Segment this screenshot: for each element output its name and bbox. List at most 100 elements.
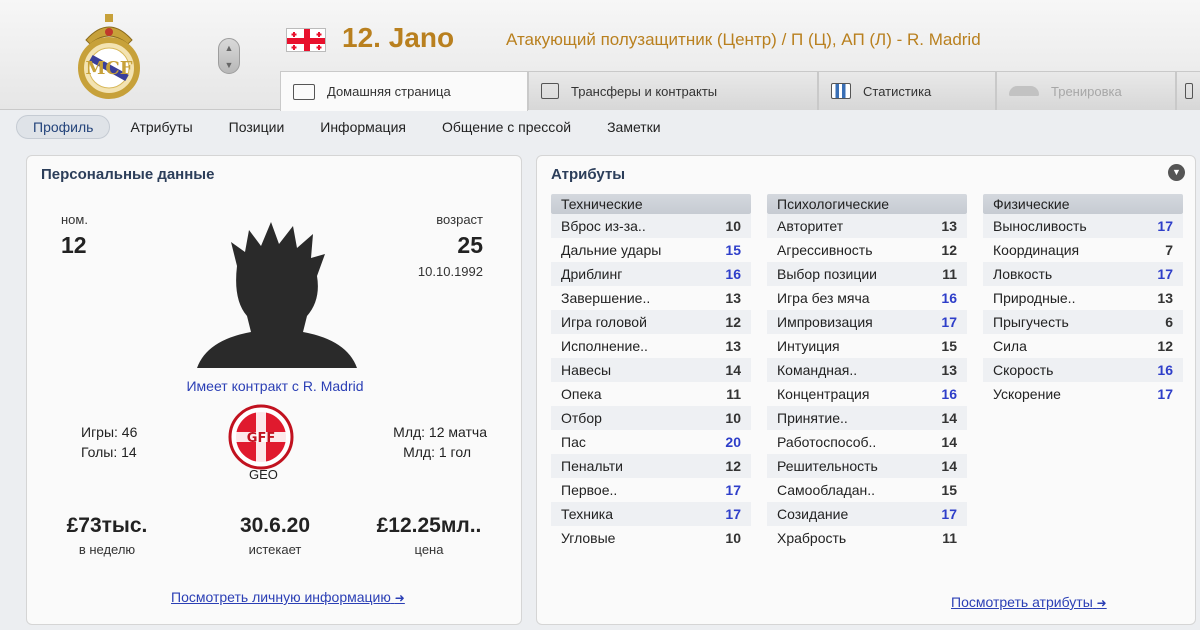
age-label: возраст <box>436 212 483 227</box>
attribute-row[interactable]: Агрессивность 12 <box>767 238 967 262</box>
subnav-positions[interactable]: Позиции <box>229 115 285 139</box>
attribute-row[interactable]: Дальние удары 15 <box>551 238 751 262</box>
attribute-value: 11 <box>726 386 741 402</box>
attribute-value: 13 <box>1157 290 1173 306</box>
attribute-row[interactable]: Концентрация 16 <box>767 382 967 406</box>
attribute-value: 10 <box>725 410 741 426</box>
player-position: Атакующий полузащитник (Центр) / П (Ц), … <box>506 30 981 49</box>
tab-label: Тренировка <box>1051 83 1122 99</box>
attribute-row[interactable]: Командная.. 13 <box>767 358 967 382</box>
attribute-row[interactable]: Техника 17 <box>551 502 751 526</box>
attribute-row[interactable]: Опека 11 <box>551 382 751 406</box>
attribute-value: 14 <box>941 410 957 426</box>
attribute-row[interactable]: Навесы 14 <box>551 358 751 382</box>
attribute-row[interactable]: Созидание 17 <box>767 502 967 526</box>
player-switch-toggle[interactable]: ▲ ▼ <box>218 38 240 74</box>
attribute-name: Игра головой <box>561 314 647 330</box>
tab-label: Трансферы и контракты <box>571 83 718 99</box>
attribute-value: 17 <box>1157 386 1173 402</box>
attribute-row[interactable]: Исполнение.. 13 <box>551 334 751 358</box>
date-of-birth: 10.10.1992 <box>417 264 483 279</box>
attribute-value: 15 <box>725 242 741 258</box>
attribute-name: Дальние удары <box>561 242 662 258</box>
attribute-name: Храбрость <box>777 530 847 546</box>
tab-statistics[interactable]: Статистика <box>818 71 996 110</box>
training-cone-icon <box>1009 86 1039 96</box>
attribute-row[interactable]: Выносливость 17 <box>983 214 1183 238</box>
attribute-row[interactable]: Природные.. 13 <box>983 286 1183 310</box>
attribute-row[interactable]: Пас 20 <box>551 430 751 454</box>
attribute-row[interactable]: Импровизация 17 <box>767 310 967 334</box>
attribute-value: 14 <box>941 458 957 474</box>
youth-goals: Млд: 1 гол <box>403 444 471 460</box>
chevron-up-icon[interactable]: ▲ <box>225 43 234 53</box>
attribute-name: Решительность <box>777 458 878 474</box>
attribute-row[interactable]: Сила 12 <box>983 334 1183 358</box>
subnav-notes[interactable]: Заметки <box>607 115 661 139</box>
subnav-information[interactable]: Информация <box>320 115 406 139</box>
attribute-row[interactable]: Самообладан.. 15 <box>767 478 967 502</box>
subnav-attributes[interactable]: Атрибуты <box>130 115 192 139</box>
tab-label: Статистика <box>863 83 932 99</box>
attribute-value: 17 <box>941 506 957 522</box>
view-attributes-link[interactable]: Посмотреть атрибуты ➜ <box>951 594 1107 610</box>
attribute-row[interactable]: Отбор 10 <box>551 406 751 430</box>
georgian-federation-logo-icon[interactable]: GFF <box>228 404 294 470</box>
panel-title: Персональные данные <box>41 166 215 183</box>
expiry-label: истекает <box>248 542 302 557</box>
attribute-value: 17 <box>725 506 741 522</box>
tab-more[interactable] <box>1176 71 1200 110</box>
attribute-value: 15 <box>941 338 957 354</box>
attribute-row[interactable]: Ускорение 17 <box>983 382 1183 406</box>
attribute-row[interactable]: Угловые 10 <box>551 526 751 550</box>
attribute-row[interactable]: Ловкость 17 <box>983 262 1183 286</box>
chevron-down-icon[interactable]: ▼ <box>225 60 234 70</box>
attribute-row[interactable]: Прыгучесть 6 <box>983 310 1183 334</box>
attribute-value: 12 <box>725 458 741 474</box>
subnav-profile[interactable]: Профиль <box>16 115 111 139</box>
attribute-column-heading: Физические <box>983 194 1183 214</box>
attribute-row[interactable]: Выбор позиции 11 <box>767 262 967 286</box>
attribute-value: 10 <box>725 218 741 234</box>
attribute-value: 12 <box>725 314 741 330</box>
attribute-name: Интуиция <box>777 338 840 354</box>
attribute-row[interactable]: Завершение.. 13 <box>551 286 751 310</box>
view-personal-info-link[interactable]: Посмотреть личную информацию ➜ <box>171 589 405 605</box>
attribute-row[interactable]: Пенальти 12 <box>551 454 751 478</box>
attribute-row[interactable]: Принятие.. 14 <box>767 406 967 430</box>
tab-transfers[interactable]: Трансферы и контракты <box>528 71 818 110</box>
attribute-row[interactable]: Работоспособ.. 14 <box>767 430 967 454</box>
attribute-row[interactable]: Скорость 16 <box>983 358 1183 382</box>
attribute-name: Концентрация <box>777 386 870 402</box>
contract-club-link[interactable]: Имеет контракт с R. Madrid <box>27 378 523 394</box>
age-value: 25 <box>457 232 483 258</box>
attribute-row[interactable]: Решительность 14 <box>767 454 967 478</box>
attribute-row[interactable]: Дриблинг 16 <box>551 262 751 286</box>
player-silhouette-icon[interactable] <box>197 216 357 368</box>
tab-training[interactable]: Тренировка <box>996 71 1176 110</box>
attribute-name: Техника <box>561 506 614 522</box>
profile-subnav: Профиль Атрибуты Позиции Информация Обще… <box>0 111 1200 143</box>
attribute-name: Агрессивность <box>777 242 873 258</box>
attribute-row[interactable]: Первое.. 17 <box>551 478 751 502</box>
real-madrid-crest-icon[interactable]: MCF <box>64 10 154 100</box>
squad-number: 12 <box>61 232 87 258</box>
attribute-value: 15 <box>941 482 957 498</box>
attribute-row[interactable]: Координация 7 <box>983 238 1183 262</box>
subnav-press[interactable]: Общение с прессой <box>442 115 571 139</box>
attribute-column-heading: Психологические <box>767 194 967 214</box>
attribute-row[interactable]: Игра головой 12 <box>551 310 751 334</box>
contract-expiry: 30.6.20 <box>239 514 311 537</box>
tab-home[interactable]: Домашняя страница <box>280 71 528 111</box>
attribute-row[interactable]: Интуиция 15 <box>767 334 967 358</box>
collapse-chevron-icon[interactable]: ▼ <box>1168 164 1185 181</box>
attribute-row[interactable]: Храбрость 11 <box>767 526 967 550</box>
attribute-value: 11 <box>942 266 957 282</box>
player-header: MCF ▲ ▼ 12. Jano Атакующий полузащитник … <box>0 0 1200 111</box>
attribute-row[interactable]: Игра без мяча 16 <box>767 286 967 310</box>
attribute-column-physical: Физические Выносливость 17 Координация 7 Ловк… <box>983 194 1183 406</box>
attribute-row[interactable]: Вброс из-за.. 10 <box>551 214 751 238</box>
attribute-row[interactable]: Авторитет 13 <box>767 214 967 238</box>
profile-card-icon <box>293 83 315 100</box>
tab-overflow-icon <box>1185 83 1193 99</box>
